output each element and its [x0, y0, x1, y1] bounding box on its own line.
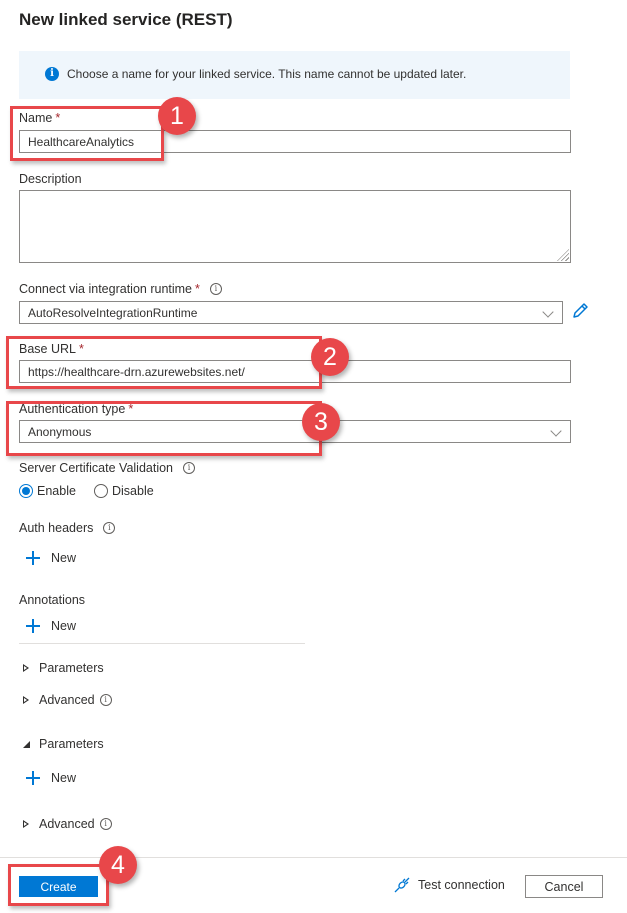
- auth-headers-label-text: Auth headers: [19, 521, 94, 535]
- resize-grip-icon[interactable]: [557, 249, 569, 261]
- footer-divider: [0, 857, 627, 858]
- parameters-expanded-label: Parameters: [39, 737, 104, 751]
- integration-runtime-dropdown[interactable]: AutoResolveIntegrationRuntime: [19, 301, 563, 324]
- plus-icon: [26, 551, 40, 565]
- description-label: Description: [19, 172, 82, 186]
- auth-headers-label: Auth headers i: [19, 521, 116, 535]
- integration-runtime-label: Connect via integration runtime * i: [19, 282, 222, 296]
- info-icon[interactable]: i: [99, 818, 112, 830]
- info-icon[interactable]: i: [183, 462, 196, 474]
- chevron-down-icon: [542, 306, 554, 318]
- plus-icon: [26, 619, 40, 633]
- pencil-icon[interactable]: [571, 302, 589, 320]
- required-mark: *: [195, 282, 200, 296]
- caret-right-icon: [23, 696, 29, 704]
- server-cert-validation-label: Server Certificate Validation i: [19, 461, 196, 475]
- plug-icon: [394, 877, 410, 893]
- integration-runtime-selected: AutoResolveIntegrationRuntime: [28, 305, 198, 320]
- integration-runtime-label-text: Connect via integration runtime: [19, 282, 193, 296]
- advanced-section-toggle[interactable]: Advanced i: [23, 693, 112, 707]
- callout-badge-2: 2: [311, 338, 349, 376]
- annotations-label: Annotations: [19, 593, 86, 607]
- callout-badge-4: 4: [99, 846, 137, 884]
- parameters-section-label: Parameters: [39, 661, 104, 675]
- divider: [19, 643, 305, 644]
- caret-right-icon: [23, 664, 29, 672]
- cancel-button[interactable]: Cancel: [525, 875, 603, 898]
- advanced-bottom-toggle[interactable]: Advanced i: [23, 817, 112, 831]
- info-icon[interactable]: i: [103, 522, 116, 534]
- new-label: New: [51, 619, 77, 633]
- description-textarea[interactable]: [19, 190, 571, 263]
- caret-right-icon: [23, 820, 29, 828]
- advanced-section-label: Advanced: [39, 693, 95, 707]
- chevron-down-icon: [550, 425, 562, 437]
- parameters-new-button[interactable]: New: [26, 771, 76, 785]
- info-icon[interactable]: i: [99, 694, 112, 706]
- info-icon[interactable]: i: [209, 283, 222, 295]
- server-cert-validation-label-text: Server Certificate Validation: [19, 461, 174, 475]
- auth-headers-new-button[interactable]: New: [26, 551, 76, 565]
- callout-highlight-create: [8, 864, 109, 906]
- callout-highlight-auth-type: [6, 401, 322, 456]
- dialog-title: New linked service (REST): [19, 10, 233, 29]
- test-connection-label: Test connection: [418, 878, 505, 892]
- test-connection-button[interactable]: Test connection: [394, 877, 505, 893]
- callout-badge-3: 3: [302, 403, 340, 441]
- new-label: New: [51, 771, 77, 785]
- radio-disable-circle[interactable]: [94, 484, 108, 498]
- radio-disable[interactable]: Disable: [94, 484, 154, 498]
- radio-enable-circle[interactable]: [19, 484, 33, 498]
- new-label: New: [51, 551, 77, 565]
- plus-icon: [26, 771, 40, 785]
- advanced-bottom-label: Advanced: [39, 817, 95, 831]
- callout-highlight-base-url: [6, 336, 322, 389]
- annotations-new-button[interactable]: New: [26, 619, 76, 633]
- parameters-expanded-toggle[interactable]: Parameters: [23, 737, 104, 751]
- parameters-section-toggle[interactable]: Parameters: [23, 661, 104, 675]
- callout-highlight-name: [10, 106, 164, 161]
- info-icon: i: [45, 67, 59, 81]
- radio-disable-label: Disable: [112, 484, 154, 498]
- radio-enable-label: Enable: [37, 484, 76, 498]
- info-message: Choose a name for your linked service. T…: [67, 67, 467, 81]
- radio-enable[interactable]: Enable: [19, 484, 76, 498]
- caret-down-icon: [23, 740, 30, 748]
- callout-badge-1: 1: [158, 97, 196, 135]
